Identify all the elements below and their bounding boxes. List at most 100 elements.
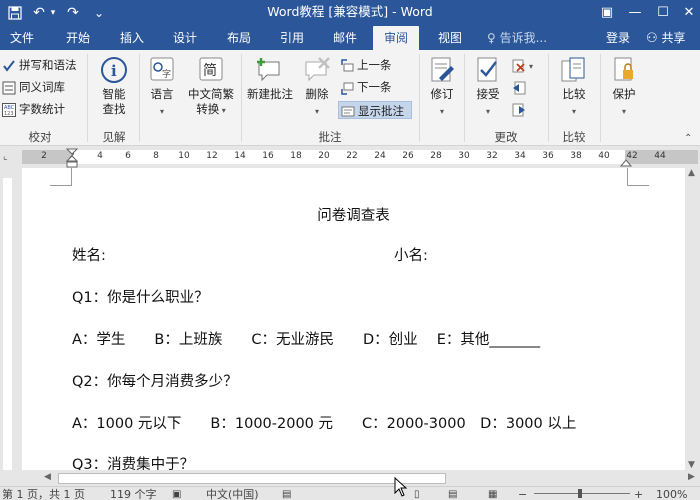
previous-comment-icon (340, 58, 354, 73)
reject-button[interactable]: ▾ (512, 56, 542, 74)
tab-insert[interactable]: 插入 (112, 26, 152, 50)
indent-marker-icon[interactable] (66, 148, 78, 168)
thesaurus-button[interactable]: 同义词库 (2, 78, 65, 96)
word-count[interactable]: 119 个字 (110, 488, 157, 500)
chinese-conversion-button[interactable]: 简 中文简繁 转换 ▾ (185, 56, 237, 118)
zoom-slider[interactable] (534, 493, 630, 494)
zoom-slider-thumb[interactable] (578, 489, 582, 498)
print-layout-icon[interactable]: ▤ (448, 488, 457, 500)
sign-in-link[interactable]: 登录 (606, 26, 630, 50)
question-1-options[interactable]: A：学生 B：上班族 C：无业游民 D：创业 E：其他_______ (72, 328, 540, 349)
tab-references[interactable]: 引用 (272, 26, 312, 50)
chevron-down-icon: ▾ (159, 107, 164, 116)
track-changes-button[interactable]: 修订 ▾ (423, 56, 461, 119)
previous-change-button[interactable] (512, 78, 532, 96)
name-field-label[interactable]: 姓名: (72, 244, 106, 265)
divider (548, 54, 549, 142)
divider (419, 54, 420, 142)
tab-file[interactable]: 文件 (2, 26, 42, 50)
ruler-tick-label: 10 (178, 151, 190, 161)
zoom-level[interactable]: 100% (656, 488, 687, 500)
word-count-icon: ABC 123 (2, 102, 16, 117)
smart-lookup-button[interactable]: i 智能 查找 (93, 56, 135, 117)
question-2-options[interactable]: A：1000 元以下 B：1000-2000 元 C：2000-3000 D：3… (72, 412, 576, 433)
ruler-tick-label: 6 (125, 151, 131, 161)
question-1[interactable]: Q1：你是什么职业？ (72, 286, 209, 307)
share-button[interactable]: ⚇ 共享 (646, 26, 686, 51)
title-bar: ↶ ▾ ↷ ⌄ Word教程 [兼容模式] - Word ▣ — ☐ ✕ (0, 0, 700, 26)
scroll-down-icon[interactable]: ▼ (688, 460, 695, 470)
protect-button[interactable]: 保护 ▾ (604, 56, 644, 119)
ruler-tick-label: 4 (97, 151, 103, 161)
maximize-button[interactable]: ☐ (652, 2, 674, 24)
zoom-in-icon[interactable]: + (634, 488, 643, 500)
horizontal-scrollbar[interactable]: ◀ ▶ (0, 470, 700, 486)
lock-icon (614, 57, 633, 81)
document-page[interactable]: 问卷调查表 姓名: 小名: Q1：你是什么职业？ A：学生 B：上班族 C：无业… (22, 168, 685, 470)
ribbon: 拼写和语法 同义词库 ABC 123 字数统计 校对 i 智能 查找 见解 字 语言… (0, 50, 700, 146)
chevron-down-icon: ▾ (439, 107, 444, 116)
svg-text:字: 字 (162, 68, 171, 80)
thesaurus-icon (2, 81, 16, 95)
margin-corner (627, 168, 649, 186)
ribbon-display-options-icon[interactable]: ▣ (596, 2, 618, 24)
word-count-button[interactable]: ABC 123 字数统计 (2, 100, 65, 118)
web-layout-icon[interactable]: ▦ (488, 488, 497, 500)
minimize-button[interactable]: — (624, 2, 646, 24)
scroll-up-icon[interactable]: ▲ (688, 168, 695, 178)
spellcheck-icon (2, 59, 16, 73)
tab-design[interactable]: 设计 (165, 26, 205, 50)
tab-selector-icon[interactable]: ⌞ (3, 151, 8, 162)
svg-text:i: i (111, 62, 117, 80)
delete-comment-button[interactable]: 删除 ▾ (299, 56, 335, 119)
chevron-down-icon: ▾ (571, 107, 576, 116)
compare-icon (561, 57, 585, 82)
group-label-insights: 见解 (102, 130, 126, 144)
nickname-field-label[interactable]: 小名: (394, 244, 428, 265)
question-3[interactable]: Q3：消费集中于？ (72, 453, 194, 470)
zoom-out-icon[interactable]: − (518, 488, 527, 500)
document-title[interactable]: 问卷调查表 (22, 204, 685, 225)
divider (600, 54, 601, 142)
scroll-left-icon[interactable]: ◀ (44, 472, 51, 482)
group-label-compare: 比较 (562, 130, 586, 144)
ruler-tick-label: 18 (290, 151, 302, 161)
tab-mailings[interactable]: 邮件 (325, 26, 365, 50)
right-indent-marker-icon[interactable] (620, 157, 632, 167)
chevron-down-icon: ▾ (621, 107, 626, 116)
show-comments-button[interactable]: 显示批注 (338, 101, 412, 119)
divider (464, 54, 465, 142)
ruler-tick-label: 38 (570, 151, 582, 161)
tell-me-search[interactable]: ♀ 告诉我... (487, 26, 547, 50)
svg-text:简: 简 (203, 62, 217, 79)
tab-review[interactable]: 审阅 (373, 26, 419, 50)
close-button[interactable]: ✕ (678, 2, 700, 24)
ruler-tick-label: 44 (654, 151, 666, 161)
macro-icon[interactable]: ▤ (282, 488, 291, 500)
next-comment-icon (340, 81, 354, 95)
previous-comment-button[interactable]: 上一条 (340, 56, 392, 74)
scroll-right-icon[interactable]: ▶ (688, 472, 695, 482)
read-mode-icon[interactable]: ▯ (414, 488, 420, 500)
ruler-tick-label: 2 (41, 151, 47, 161)
vertical-scrollbar[interactable]: ▲ ▼ (685, 168, 700, 470)
compare-button[interactable]: 比较 ▾ (554, 56, 594, 119)
svg-text:123: 123 (4, 111, 14, 117)
accept-button[interactable]: 接受 ▾ (468, 56, 508, 119)
tab-home[interactable]: 开始 (58, 26, 98, 50)
question-2[interactable]: Q2：你每个月消费多少？ (72, 370, 238, 391)
horizontal-ruler[interactable]: ⌞ 22468101214161820222426283032343638404… (0, 146, 700, 168)
tab-view[interactable]: 视图 (430, 26, 470, 50)
next-change-button[interactable] (512, 100, 532, 118)
vertical-ruler[interactable] (0, 168, 14, 470)
horizontal-scroll-thumb[interactable] (58, 473, 446, 484)
next-comment-button[interactable]: 下一条 (340, 78, 392, 96)
tab-layout[interactable]: 布局 (219, 26, 259, 50)
new-comment-button[interactable]: 新建批注 (243, 56, 297, 102)
language-status[interactable]: 中文(中国) (206, 488, 259, 500)
next-change-icon (512, 103, 526, 117)
proofing-status-icon[interactable]: ▣ (172, 488, 181, 500)
page-count[interactable]: 第 1 页，共 1 页 (2, 488, 85, 500)
spelling-grammar-button[interactable]: 拼写和语法 (2, 56, 77, 74)
language-button[interactable]: 字 语言 ▾ (143, 56, 181, 119)
